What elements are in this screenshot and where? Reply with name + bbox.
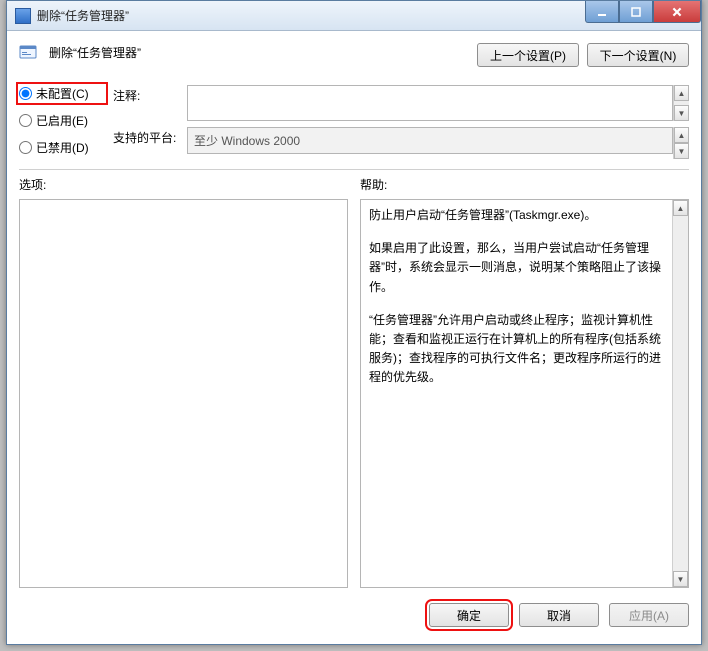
help-paragraph: 如果启用了此设置，那么，当用户尝试启动“任务管理器”时，系统会显示一则消息，说明… (369, 239, 664, 297)
next-label: 下一个设置(N) (600, 49, 677, 63)
next-setting-button[interactable]: 下一个设置(N) (587, 43, 689, 67)
scroll-down-icon[interactable]: ▼ (673, 571, 688, 587)
radio-enabled-input[interactable] (19, 114, 32, 127)
help-scrollbar[interactable]: ▲ ▼ (672, 200, 688, 587)
radio-not-configured-label: 未配置(C) (36, 85, 89, 102)
comment-scrollbar[interactable]: ▲ ▼ (673, 85, 689, 121)
radio-enabled-label: 已启用(E) (36, 112, 88, 129)
dialog-window: 删除“任务管理器” 删除“任务管理器” 上一个设置(P) 下一个设置(N) (6, 0, 702, 645)
close-button[interactable] (653, 1, 701, 23)
platform-scrollbar: ▲ ▼ (673, 127, 689, 159)
divider (19, 169, 689, 170)
window-controls (585, 1, 701, 23)
cancel-button[interactable]: 取消 (519, 603, 599, 627)
supported-platforms: 至少 Windows 2000 (187, 127, 673, 154)
options-box (19, 199, 348, 588)
policy-title: 删除“任务管理器” (49, 41, 465, 61)
radio-disabled-label: 已禁用(D) (36, 139, 89, 156)
radio-not-configured-input[interactable] (19, 87, 32, 100)
comment-label: 注释: (113, 85, 181, 104)
apply-button: 应用(A) (609, 603, 689, 627)
platform-label: 支持的平台: (113, 127, 181, 146)
scroll-up-icon: ▲ (674, 127, 689, 143)
client-area: 删除“任务管理器” 上一个设置(P) 下一个设置(N) 未配置(C) 已启用(E… (7, 31, 701, 644)
apply-label: 应用(A) (629, 609, 669, 623)
previous-setting-button[interactable]: 上一个设置(P) (477, 43, 579, 67)
scroll-up-icon[interactable]: ▲ (673, 200, 688, 216)
policy-icon (19, 43, 37, 61)
ok-label: 确定 (457, 609, 481, 623)
footer: 确定 取消 应用(A) (19, 588, 689, 632)
cancel-label: 取消 (547, 609, 571, 623)
window-title: 删除“任务管理器” (37, 7, 129, 24)
prev-label: 上一个设置(P) (490, 49, 566, 63)
help-text: 防止用户启动“任务管理器”(Taskmgr.exe)。 如果启用了此设置，那么，… (361, 200, 672, 587)
maximize-button[interactable] (619, 1, 653, 23)
scroll-up-icon[interactable]: ▲ (674, 85, 689, 101)
help-paragraph: 防止用户启动“任务管理器”(Taskmgr.exe)。 (369, 206, 664, 225)
ok-button[interactable]: 确定 (429, 603, 509, 627)
platform-value: 至少 Windows 2000 (194, 132, 300, 149)
radio-not-configured[interactable]: 未配置(C) (19, 85, 105, 102)
help-paragraph: “任务管理器”允许用户启动或终止程序；监视计算机性能；查看和监视正运行在计算机上… (369, 311, 664, 388)
radio-disabled-input[interactable] (19, 141, 32, 154)
minimize-button[interactable] (585, 1, 619, 23)
options-label: 选项: (19, 176, 348, 193)
scroll-down-icon[interactable]: ▼ (674, 105, 689, 121)
app-icon (15, 8, 31, 24)
radio-enabled[interactable]: 已启用(E) (19, 112, 105, 129)
radio-disabled[interactable]: 已禁用(D) (19, 139, 105, 156)
help-label: 帮助: (360, 176, 689, 193)
title-bar[interactable]: 删除“任务管理器” (7, 1, 701, 31)
scroll-down-icon: ▼ (674, 143, 689, 159)
comment-textarea[interactable] (187, 85, 673, 121)
